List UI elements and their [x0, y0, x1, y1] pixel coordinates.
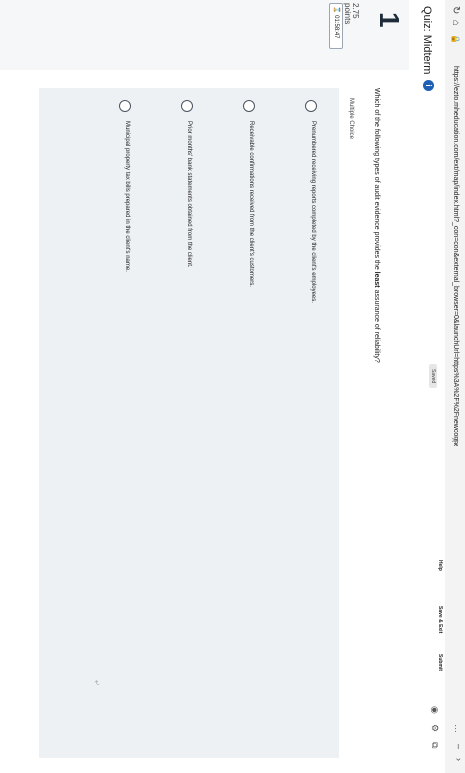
radio-button[interactable]	[181, 100, 193, 112]
question-number: 1	[374, 12, 405, 28]
settings-icon[interactable]: ⚙	[429, 724, 440, 732]
question-text: Which of the following types of audit ev…	[373, 88, 380, 363]
answer-option-label[interactable]: Prenumbered receiving reports completed …	[310, 121, 316, 303]
copy-icon[interactable]: ⧉	[429, 742, 440, 748]
question-type-label: Multiple Choice	[348, 98, 354, 140]
radio-button[interactable]	[243, 100, 255, 112]
submit-button[interactable]: Submit	[437, 654, 443, 671]
answer-option[interactable]: Prenumbered receiving reports completed …	[283, 88, 339, 758]
answer-option-label[interactable]: Receivable confirmations received from t…	[248, 121, 254, 287]
timer-icon: ⌛	[333, 6, 339, 14]
info-icon[interactable]: i	[423, 80, 434, 91]
help-button[interactable]: Help	[437, 560, 443, 571]
answer-option[interactable]: Municipal property tax bills prepared in…	[97, 88, 153, 758]
radio-button[interactable]	[305, 100, 317, 112]
answer-options: Prenumbered receiving reports completed …	[39, 88, 339, 758]
menu-icon[interactable]: …	[453, 724, 463, 733]
saved-status-badge: Saved	[429, 364, 437, 389]
browser-toolbar: ↻ ⌂ 🔒 https://ezto.mheducation.com/ext/m…	[444, 0, 465, 773]
address-bar[interactable]: https://ezto.mheducation.com/ext/map/ind…	[448, 66, 462, 446]
answer-option-label[interactable]: Municipal property tax bills prepared in…	[124, 121, 130, 272]
question-panel: Which of the following types of audit ev…	[0, 70, 409, 773]
mouse-cursor-icon: ⤶	[93, 680, 103, 686]
question-text-suffix: assurance of reliability?	[373, 287, 380, 363]
home-icon[interactable]: ⌂	[447, 20, 463, 26]
screen: ↻ ⌂ 🔒 https://ezto.mheducation.com/ext/m…	[0, 0, 465, 773]
minimize-icon[interactable]: –	[454, 744, 464, 749]
points-label: points	[343, 3, 352, 25]
answer-option-label[interactable]: Prior months' bank statements obtained f…	[186, 121, 192, 268]
rotated-page: ↻ ⌂ 🔒 https://ezto.mheducation.com/ext/m…	[0, 0, 465, 773]
chevron-icon[interactable]: ›	[454, 758, 464, 761]
accessibility-icon[interactable]: ◉	[429, 706, 440, 714]
points-value: 2.75	[351, 3, 360, 19]
quiz-header: Quiz: Midterm i Saved Help Save & Exit S…	[408, 0, 445, 773]
save-exit-button[interactable]: Save & Exit	[437, 606, 443, 633]
refresh-icon[interactable]: ↻	[447, 6, 463, 14]
quiz-title: Quiz: Midterm	[421, 6, 433, 75]
answer-option[interactable]: Receivable confirmations received from t…	[221, 88, 277, 758]
lock-icon: 🔒	[451, 34, 460, 44]
question-text-emphasis: least	[373, 271, 380, 288]
points-info: 2.75 points	[343, 3, 360, 25]
timer-badge[interactable]: ⌛ 01:58:47	[329, 3, 343, 49]
answer-option[interactable]: Prior months' bank statements obtained f…	[159, 88, 215, 758]
radio-button[interactable]	[119, 100, 131, 112]
question-sidebar: 1 2.75 points ⌛ 01:58:47	[0, 0, 409, 71]
timer-value: 01:58:47	[333, 15, 339, 39]
question-text-prefix: Which of the following types of audit ev…	[373, 88, 380, 272]
favorite-star-icon[interactable]: ☆	[447, 436, 463, 444]
